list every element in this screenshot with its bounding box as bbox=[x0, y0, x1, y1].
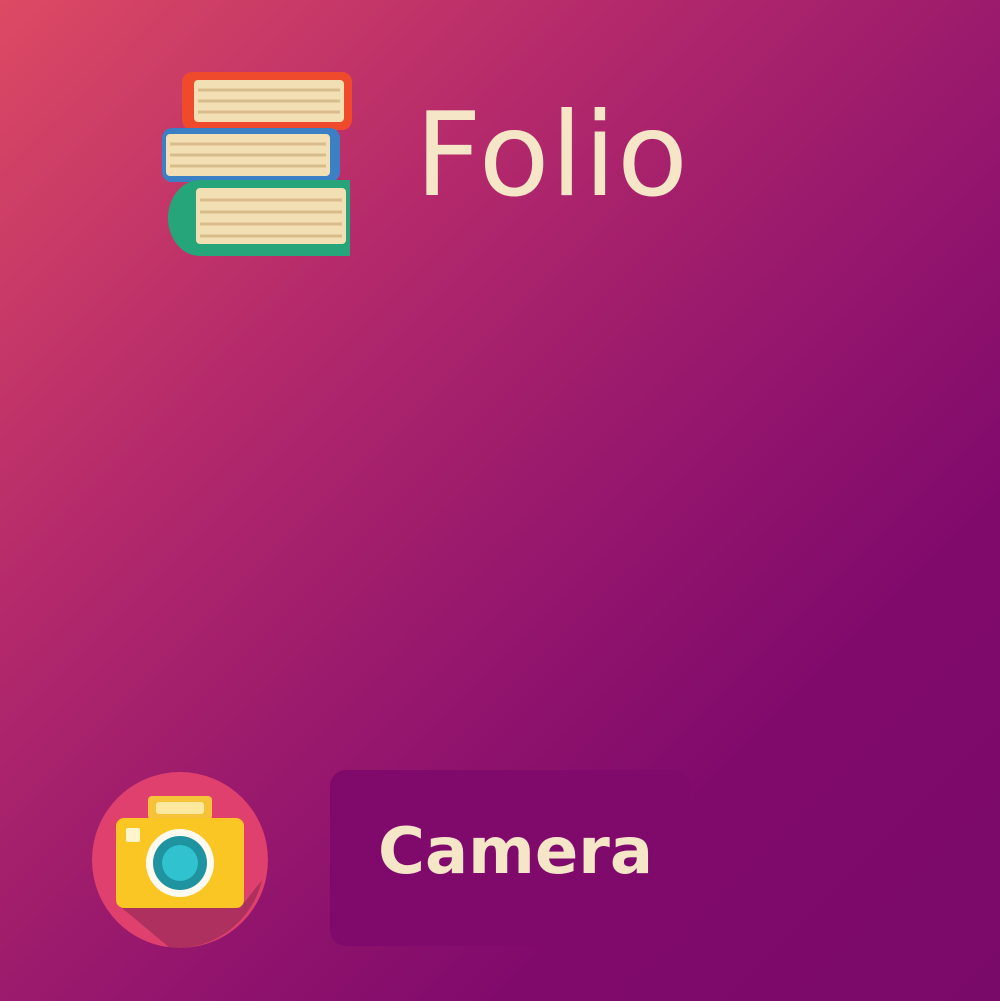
camera-row: Camera bbox=[90, 768, 710, 950]
camera-icon-graphic bbox=[92, 772, 268, 949]
books-stack-icon bbox=[162, 72, 352, 256]
camera-icon[interactable] bbox=[90, 770, 270, 950]
camera-label: Camera bbox=[378, 815, 653, 889]
app-header: Folio bbox=[160, 70, 760, 260]
camera-button[interactable]: Camera bbox=[330, 770, 690, 946]
home-screen: Folio Camera bbox=[0, 0, 1000, 1001]
app-title: Folio bbox=[415, 88, 689, 223]
